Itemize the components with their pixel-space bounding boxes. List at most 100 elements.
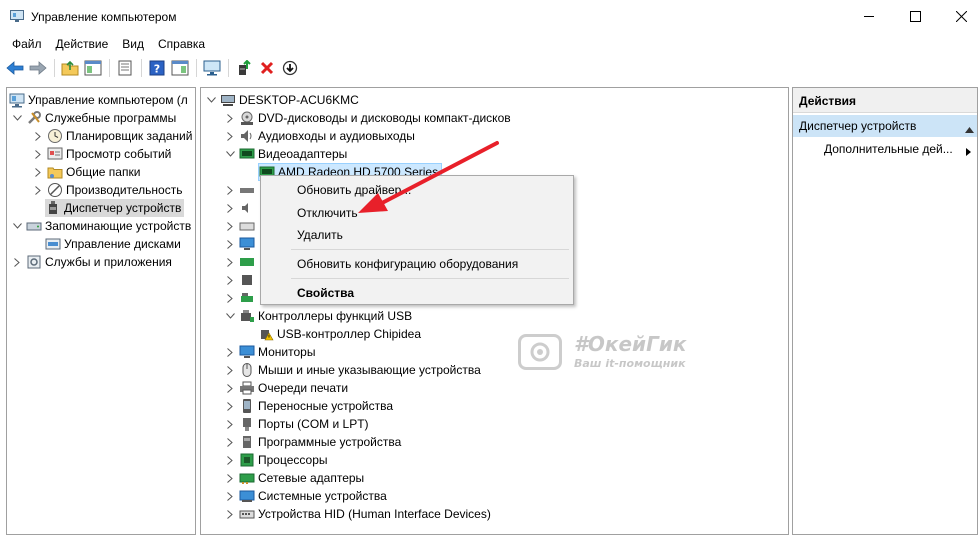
device-category-hid[interactable]: Устройства HID (Human Interface Devices) bbox=[225, 505, 491, 523]
menu-file[interactable]: Файл bbox=[5, 37, 49, 51]
show-hide-action-icon bbox=[171, 60, 189, 76]
tree-root-label: Управление компьютером (л bbox=[28, 93, 188, 107]
chevron-down-icon[interactable] bbox=[12, 113, 22, 123]
chevron-right-icon[interactable] bbox=[225, 509, 235, 519]
chevron-down-icon[interactable] bbox=[206, 95, 216, 105]
tree-item-shared-folders[interactable]: Общие папки bbox=[33, 163, 140, 181]
chevron-down-icon[interactable] bbox=[225, 149, 235, 159]
chevron-right-icon[interactable] bbox=[225, 257, 235, 267]
device-category-portable[interactable]: Переносные устройства bbox=[225, 397, 393, 415]
chevron-right-icon[interactable] bbox=[225, 347, 235, 357]
device-category-hidden[interactable] bbox=[225, 199, 258, 217]
menu-action[interactable]: Действие bbox=[49, 37, 116, 51]
device-category-network[interactable]: Сетевые адаптеры bbox=[225, 469, 364, 487]
more-actions-item[interactable]: Дополнительные дей... bbox=[824, 142, 971, 156]
network-card-icon bbox=[239, 254, 255, 270]
device-category-mice[interactable]: Мыши и иные указывающие устройства bbox=[225, 361, 481, 379]
tree-root[interactable]: Управление компьютером (л bbox=[9, 91, 188, 109]
actions-section-device-manager[interactable]: Диспетчер устройств bbox=[793, 115, 977, 137]
chevron-right-icon[interactable] bbox=[225, 365, 235, 375]
menu-help[interactable]: Справка bbox=[151, 37, 212, 51]
chevron-right-icon[interactable] bbox=[225, 275, 235, 285]
tree-item-label: Просмотр событий bbox=[66, 147, 172, 161]
shared-folder-icon bbox=[47, 164, 63, 180]
up-folder-button[interactable] bbox=[59, 57, 81, 79]
tree-item-device-manager[interactable]: Диспетчер устройств bbox=[45, 199, 185, 217]
device-category-monitors[interactable]: Мониторы bbox=[225, 343, 315, 361]
menu-view[interactable]: Вид bbox=[115, 37, 151, 51]
chevron-right-icon[interactable] bbox=[225, 419, 235, 429]
close-button[interactable] bbox=[938, 0, 980, 32]
help-button[interactable]: ? bbox=[146, 57, 168, 79]
chevron-right-icon[interactable] bbox=[225, 437, 235, 447]
device-category-hidden[interactable] bbox=[225, 271, 258, 289]
minimize-button[interactable] bbox=[846, 0, 892, 32]
chevron-right-icon[interactable] bbox=[12, 257, 22, 267]
update-driver-button[interactable] bbox=[233, 57, 255, 79]
chevron-right-icon[interactable] bbox=[33, 185, 43, 195]
tree-item-services-apps[interactable]: Службы и приложения bbox=[12, 253, 172, 271]
disable-button[interactable] bbox=[279, 57, 301, 79]
chevron-right-icon[interactable] bbox=[225, 221, 235, 231]
chevron-right-icon[interactable] bbox=[225, 131, 235, 141]
chevron-right-icon[interactable] bbox=[225, 293, 235, 303]
uninstall-button[interactable] bbox=[256, 57, 278, 79]
properties-button[interactable] bbox=[114, 57, 136, 79]
chevron-right-icon[interactable] bbox=[33, 131, 43, 141]
chevron-down-icon[interactable] bbox=[12, 221, 22, 231]
chevron-right-icon[interactable] bbox=[225, 113, 235, 123]
chevron-right-icon[interactable] bbox=[225, 203, 235, 213]
device-category-software[interactable]: Программные устройства bbox=[225, 433, 401, 451]
device-category-audio-io[interactable]: Аудиовходы и аудиовыходы bbox=[225, 127, 415, 145]
back-button[interactable] bbox=[4, 57, 26, 79]
device-category-processors[interactable]: Процессоры bbox=[225, 451, 328, 469]
chevron-right-icon[interactable] bbox=[33, 149, 43, 159]
system-device-icon bbox=[239, 488, 255, 504]
tree-item-performance[interactable]: Производительность bbox=[33, 181, 182, 199]
chevron-right-icon[interactable] bbox=[225, 239, 235, 249]
chevron-right-icon[interactable] bbox=[225, 491, 235, 501]
device-category-hidden[interactable] bbox=[225, 235, 258, 253]
device-category-hidden[interactable] bbox=[225, 253, 258, 271]
device-category-system[interactable]: Системные устройства bbox=[225, 487, 387, 505]
context-properties[interactable]: Свойства bbox=[297, 286, 354, 300]
chevron-down-icon[interactable] bbox=[225, 311, 235, 321]
device-root-label: DESKTOP-ACU6KMC bbox=[239, 93, 359, 107]
context-scan-hardware[interactable]: Обновить конфигурацию оборудования bbox=[297, 257, 518, 271]
device-category-hidden[interactable] bbox=[225, 217, 258, 235]
computer-management-icon bbox=[9, 92, 25, 108]
forward-button[interactable] bbox=[27, 57, 49, 79]
device-category-dvd[interactable]: DVD-дисководы и дисководы компакт-дисков bbox=[225, 109, 511, 127]
tree-item-disk-management[interactable]: Управление дисками bbox=[45, 235, 181, 253]
device-category-display-adapters[interactable]: Видеоадаптеры bbox=[225, 145, 347, 163]
chevron-right-icon[interactable] bbox=[225, 383, 235, 393]
chevron-right-icon[interactable] bbox=[225, 185, 235, 195]
device-usb-chipidea[interactable]: USB-контроллер Chipidea bbox=[258, 325, 421, 343]
device-category-hidden[interactable] bbox=[225, 181, 258, 199]
chevron-right-icon[interactable] bbox=[225, 455, 235, 465]
tree-item-system-tools[interactable]: Служебные программы bbox=[12, 109, 176, 127]
chevron-right-icon[interactable] bbox=[225, 473, 235, 483]
show-hide-action-button[interactable] bbox=[169, 57, 191, 79]
collapse-up-icon[interactable] bbox=[965, 122, 974, 136]
update-driver-icon bbox=[239, 60, 251, 75]
context-uninstall[interactable]: Удалить bbox=[297, 228, 343, 242]
device-category-print-queues[interactable]: Очереди печати bbox=[225, 379, 348, 397]
device-category-usb-function[interactable]: Контроллеры функций USB bbox=[225, 307, 412, 325]
scan-hardware-button[interactable] bbox=[201, 57, 223, 79]
device-category-label: Процессоры bbox=[258, 453, 328, 467]
device-root[interactable]: DESKTOP-ACU6KMC bbox=[206, 91, 359, 109]
watermark-title: #ОкейГик bbox=[574, 332, 687, 356]
tree-item-storage[interactable]: Запоминающие устройств bbox=[12, 217, 191, 235]
tree-item-task-scheduler[interactable]: Планировщик заданий bbox=[33, 127, 192, 145]
device-category-hidden[interactable] bbox=[225, 289, 258, 307]
context-disable[interactable]: Отключить bbox=[297, 206, 358, 220]
show-hide-tree-button[interactable] bbox=[82, 57, 104, 79]
context-update-driver[interactable]: Обновить драйвер... bbox=[297, 183, 411, 197]
maximize-button[interactable] bbox=[892, 0, 938, 32]
tree-item-event-viewer[interactable]: Просмотр событий bbox=[33, 145, 171, 163]
computer-management-icon bbox=[10, 10, 24, 23]
chevron-right-icon[interactable] bbox=[225, 401, 235, 411]
device-category-ports[interactable]: Порты (COM и LPT) bbox=[225, 415, 369, 433]
chevron-right-icon[interactable] bbox=[33, 167, 43, 177]
